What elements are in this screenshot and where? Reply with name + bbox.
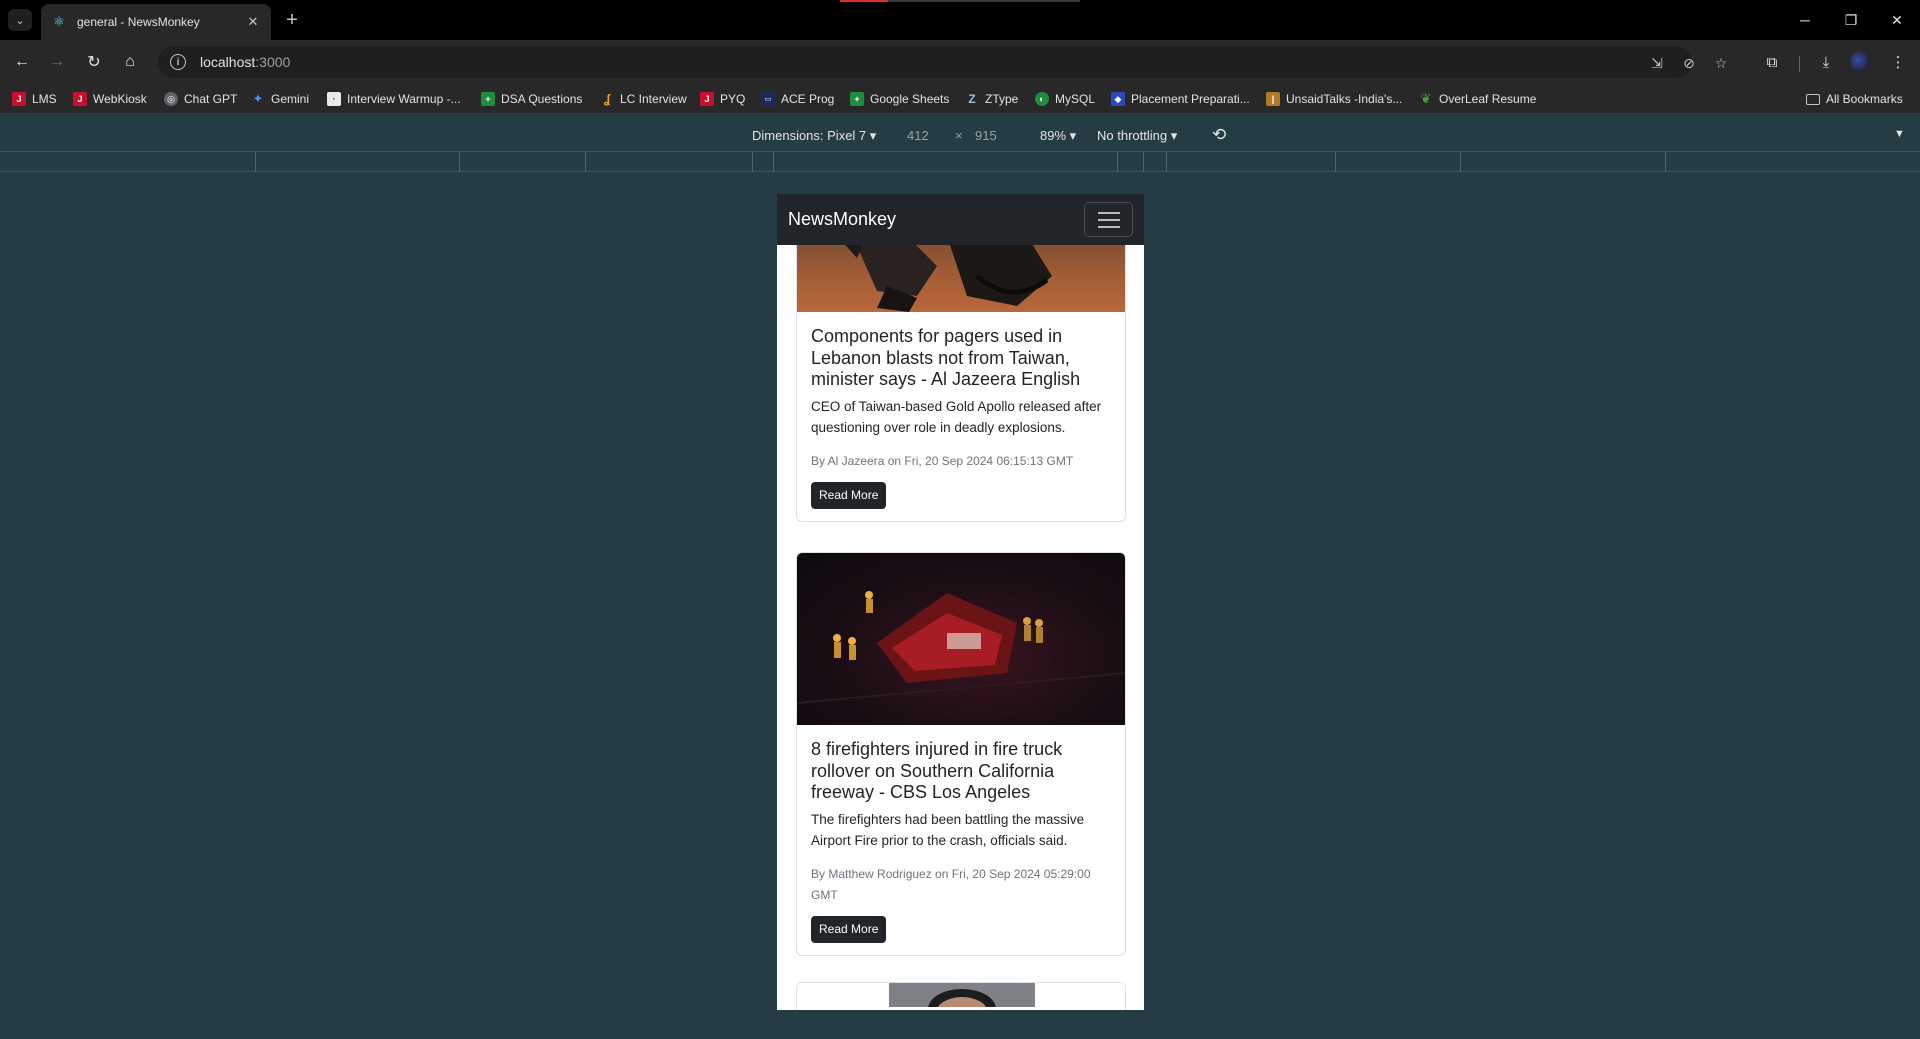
tab-title: general - NewsMonkey (77, 15, 200, 29)
url-host: localhost (200, 54, 256, 70)
bookmark-placement[interactable]: ◆ Placement Preparati... (1111, 89, 1250, 109)
address-bar[interactable]: i localhost:3000 ⇲ ⊘ ☆ (158, 46, 1727, 78)
bookmark-dsa-questions[interactable]: + DSA Questions (481, 89, 582, 109)
forward-icon[interactable]: → (45, 50, 69, 74)
media-query-ruler (0, 151, 1920, 172)
throttling-dropdown[interactable]: No throttling ▾ (1097, 128, 1177, 144)
url-port: :3000 (255, 54, 291, 70)
sheets-icon: + (481, 92, 495, 106)
restore-icon[interactable]: ❐ (1828, 8, 1874, 32)
bookmark-ace-prog[interactable]: ▭ ACE Prog (761, 89, 834, 109)
home-icon[interactable]: ⌂ (118, 50, 142, 74)
news-description: CEO of Taiwan-based Gold Apollo released… (811, 398, 1102, 436)
zoom-dropdown[interactable]: 89% ▾ (1040, 128, 1076, 144)
news-description: The firefighters had been battling the m… (811, 811, 1085, 849)
webkiosk-icon: J (73, 92, 87, 106)
device-toolbar: Dimensions: Pixel 7 ▾ 412 × 915 89% ▾ No… (0, 120, 1920, 151)
bookmark-ztype[interactable]: Z ZType (965, 89, 1018, 109)
placement-icon: ◆ (1111, 92, 1125, 106)
bookmark-star-icon[interactable]: ☆ (1712, 54, 1730, 72)
ace-prog-icon: ▭ (761, 92, 775, 106)
close-tab-icon[interactable]: ✕ (243, 12, 263, 32)
install-app-icon[interactable]: ⇲ (1648, 54, 1666, 72)
rotate-icon[interactable]: ⟲ (1212, 125, 1226, 145)
extensions-icon[interactable]: ⧉ (1760, 50, 1784, 74)
bookmark-mysql[interactable]: ◐ MySQL (1035, 89, 1095, 109)
folder-icon (1806, 93, 1820, 105)
minimize-icon[interactable]: ─ (1782, 8, 1828, 32)
bookmark-chatgpt[interactable]: ◎ Chat GPT (164, 89, 237, 109)
mysql-icon: ◐ (1035, 92, 1049, 106)
recording-indicator-track (888, 0, 1080, 2)
device-height-input[interactable]: 915 (975, 128, 997, 143)
reload-icon[interactable]: ↻ (82, 50, 106, 74)
eye-off-icon[interactable]: ⊘ (1680, 54, 1698, 72)
app-navbar: NewsMonkey (777, 194, 1144, 245)
recording-indicator (840, 0, 888, 2)
toolbar-separator (1799, 56, 1800, 72)
gemini-icon: ✦ (252, 91, 264, 106)
news-meta: By Al Jazeera on Fri, 20 Sep 2024 06:15:… (811, 453, 1074, 468)
news-card (796, 982, 1126, 1010)
news-image (797, 236, 1125, 312)
react-favicon-icon: ⚛ (53, 14, 65, 29)
bookmark-pyq[interactable]: J PYQ (700, 89, 745, 109)
tab-search-icon[interactable]: ⌄ (8, 9, 32, 31)
dimension-times: × (955, 128, 963, 143)
read-more-button[interactable]: Read More (811, 481, 887, 509)
bookmark-overleaf[interactable]: ❦ OverLeaf Resume (1419, 89, 1537, 109)
back-icon[interactable]: ← (10, 50, 34, 74)
ztype-icon: Z (968, 92, 976, 106)
overleaf-icon: ❦ (1420, 91, 1432, 106)
bookmark-lms[interactable]: J LMS (12, 89, 57, 109)
leetcode-icon: ʆ (603, 92, 611, 106)
bookmarks-bar: J LMS J WebKiosk ◎ Chat GPT ✦ Gemini · Interv… (0, 84, 1920, 114)
news-meta: By Matthew Rodriguez on Fri, 20 Sep 2024… (811, 866, 1091, 902)
unsaidtalks-icon: | (1266, 92, 1280, 106)
bookmark-webkiosk[interactable]: J WebKiosk (73, 89, 147, 109)
close-window-icon[interactable]: ✕ (1874, 8, 1920, 32)
device-options-icon[interactable]: ▼ (1894, 128, 1905, 140)
all-bookmarks[interactable]: All Bookmarks (1806, 89, 1903, 109)
new-tab-icon[interactable]: + (281, 9, 303, 31)
navbar-toggler-button[interactable] (1084, 202, 1133, 237)
device-dimensions-dropdown[interactable]: Dimensions: Pixel 7 ▾ (752, 128, 876, 144)
download-icon[interactable]: ⤓ (1814, 50, 1838, 74)
news-image (797, 553, 1125, 725)
bookmark-interview-warmup[interactable]: · Interview Warmup -... (327, 89, 461, 109)
brand-logo[interactable]: NewsMonkey (788, 209, 896, 230)
read-more-button[interactable]: Read More (811, 915, 887, 943)
news-card: Components for pagers used in Lebanon bl… (796, 235, 1126, 522)
news-image (797, 983, 1125, 1007)
news-title: Components for pagers used in Lebanon bl… (811, 326, 1081, 389)
pyq-icon: J (700, 92, 714, 106)
interview-warmup-icon: · (327, 92, 341, 106)
site-info-icon[interactable]: i (170, 54, 186, 70)
profile-avatar[interactable] (1850, 52, 1870, 72)
google-sheets-icon: + (850, 92, 864, 106)
bookmark-lc-interview[interactable]: ʆ LC Interview (600, 89, 687, 109)
bookmark-gemini[interactable]: ✦ Gemini (251, 89, 309, 109)
device-width-input[interactable]: 412 (907, 128, 929, 143)
bookmark-google-sheets[interactable]: + Google Sheets (850, 89, 949, 109)
device-viewport: NewsMonkey Components for pagers used in… (777, 194, 1144, 1010)
browser-toolbar: ← → ↻ ⌂ i localhost:3000 ⇲ ⊘ ☆ ⧉ ⤓ ⋮ (0, 40, 1920, 84)
tab-strip: ⌄ ⚛ general - NewsMonkey ✕ + ─ ❐ ✕ (0, 0, 1920, 40)
lms-icon: J (12, 92, 26, 106)
active-tab[interactable]: ⚛ general - NewsMonkey ✕ (41, 4, 271, 40)
news-card: 8 firefighters injured in fire truck rol… (796, 552, 1126, 956)
menu-kebab-icon[interactable]: ⋮ (1886, 50, 1910, 74)
news-title: 8 firefighters injured in fire truck rol… (811, 739, 1063, 802)
chatgpt-icon: ◎ (164, 92, 178, 106)
bookmark-unsaidtalks[interactable]: | UnsaidTalks -India's... (1266, 89, 1402, 109)
